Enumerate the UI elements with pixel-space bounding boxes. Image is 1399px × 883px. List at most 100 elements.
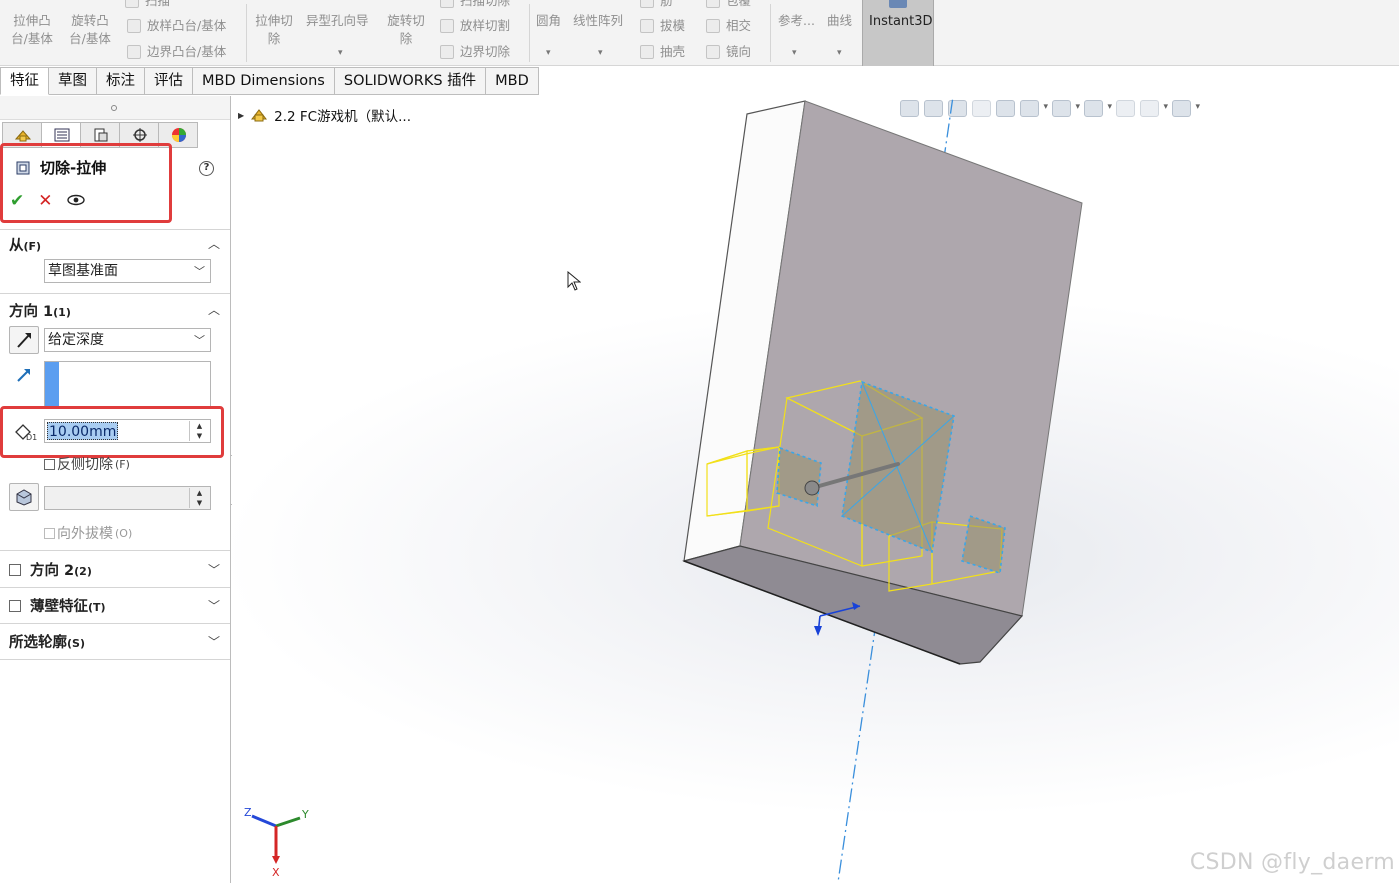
help-button[interactable]: ? — [199, 161, 214, 176]
boundary-boss-label: 边界凸台/基体 — [147, 44, 227, 59]
mirror-button[interactable]: 镜向 — [706, 43, 751, 61]
shell-label: 抽壳 — [660, 44, 686, 59]
tab-mbd-dimensions[interactable]: MBD Dimensions — [193, 67, 335, 95]
revolve-boss-button[interactable]: 旋转凸台/基体 — [66, 12, 118, 48]
sweep-icon — [125, 0, 139, 8]
direction2-section-header[interactable]: 方向 2(2) — [9, 559, 92, 580]
tab-evaluate[interactable]: 评估 — [145, 67, 193, 95]
selected-contours-section-header[interactable]: 所选轮廓(S) — [9, 631, 85, 652]
revolve-cut-button[interactable]: 旋转切除 — [382, 12, 434, 48]
tab-sketch[interactable]: 草图 — [49, 67, 97, 95]
fillet-dropdown[interactable]: ▾ — [546, 48, 551, 58]
hole-wizard-dropdown[interactable]: ▾ — [338, 48, 343, 58]
linear-pattern-button[interactable]: 线性阵列 — [573, 12, 623, 30]
triad-y-label: Y — [301, 808, 309, 821]
ribbon-separator — [529, 4, 530, 62]
curves-label: 曲线 — [827, 13, 853, 28]
end-condition-select[interactable]: 给定深度 ﹀ — [44, 328, 211, 352]
spin-up-icon[interactable]: ▲ — [190, 421, 209, 431]
cancel-x-icon[interactable]: ✕ — [38, 192, 52, 210]
direction2-checkbox[interactable] — [9, 563, 21, 576]
tab-solidworks-addins[interactable]: SOLIDWORKS 插件 — [334, 67, 487, 95]
thin-feature-section-header[interactable]: 薄壁特征(T) — [9, 595, 106, 616]
tab-features[interactable]: 特征 — [0, 67, 49, 95]
fillet-button[interactable]: 圆角 — [536, 12, 561, 30]
section-divider — [0, 587, 230, 588]
panel-collapse-bar[interactable] — [0, 96, 230, 120]
fillet-label: 圆角 — [536, 13, 562, 28]
chevron-up-icon[interactable]: ︿ — [208, 301, 220, 318]
flip-side-to-cut-checkbox[interactable]: 反侧切除 (F) — [44, 454, 130, 474]
draft-outward-shortcut: (O) — [115, 526, 133, 540]
extrude-cut-button[interactable]: 拉伸切除 — [250, 12, 302, 48]
loft-cut-button[interactable]: 放样切割 — [440, 17, 510, 35]
reference-geometry-button[interactable]: 参考... — [778, 12, 815, 30]
revolve-cut-label: 旋转切除 — [387, 13, 425, 46]
chevron-down-icon[interactable]: ﹀ — [208, 597, 220, 614]
sweep-cut-label: 扫描切除 — [460, 0, 511, 8]
reference-label: 参考... — [778, 13, 815, 28]
action-bar: ✔ ✕ — [10, 192, 85, 210]
feature-title: 切除-拉伸 — [40, 159, 107, 177]
model-render — [682, 96, 1083, 883]
preview-eye-icon[interactable] — [66, 192, 85, 210]
draft-button[interactable]: 拔模 — [640, 17, 685, 35]
thin-feature-checkbox[interactable] — [9, 599, 21, 612]
sweep-button[interactable]: 扫描 — [125, 0, 170, 10]
selected-contours-shortcut: (S) — [67, 637, 85, 650]
intersect-label: 相交 — [726, 18, 752, 33]
depth-value: 10.00mm — [47, 422, 119, 440]
from-section-header[interactable]: 从(F) — [9, 234, 41, 255]
depth-input[interactable]: 10.00mm ▲ ▼ — [44, 419, 211, 443]
tab-mbd[interactable]: MBD — [486, 67, 539, 95]
linear-pattern-dropdown[interactable]: ▾ — [598, 48, 603, 58]
spin-down-icon[interactable]: ▼ — [190, 431, 209, 441]
loft-boss-button[interactable]: 放样凸台/基体 — [127, 17, 226, 35]
chevron-down-icon[interactable]: ﹀ — [208, 561, 220, 578]
chevron-up-icon[interactable]: ︿ — [208, 235, 220, 252]
boundary-boss-button[interactable]: 边界凸台/基体 — [127, 43, 226, 61]
appearance-sphere-icon — [172, 128, 186, 142]
ok-check-icon[interactable]: ✔ — [10, 192, 24, 210]
checkbox-box — [44, 527, 55, 539]
graphics-area[interactable]: ▶ 2.2 FC游戏机（默认... ▾ ▾ ▾ ▾ ▾ Z Y X CSDN @… — [232, 96, 1399, 883]
reverse-direction-button[interactable] — [9, 326, 39, 354]
depth-spinner[interactable]: ▲ ▼ — [189, 421, 209, 441]
extrude-cut-label: 拉伸切除 — [255, 13, 293, 46]
tab-markup[interactable]: 标注 — [97, 67, 145, 95]
shell-icon — [640, 45, 654, 59]
draft-toggle-button[interactable] — [9, 483, 39, 511]
crosshair-icon — [133, 128, 147, 142]
feature-tree-icon — [14, 130, 32, 142]
draft-angle-spinner: ▲ ▼ — [189, 488, 209, 508]
spin-down-icon: ▼ — [196, 499, 203, 507]
curves-dropdown[interactable]: ▾ — [837, 48, 842, 58]
draft-label: 拔模 — [660, 18, 686, 33]
feature-header: 切除-拉伸 — [14, 157, 106, 178]
direction-reference-listbox[interactable] — [44, 361, 211, 409]
direction1-section-header[interactable]: 方向 1(1) — [9, 300, 71, 321]
extrude-boss-button[interactable]: 拉伸凸台/基体 — [8, 12, 60, 48]
draft-icon — [16, 489, 32, 506]
flip-side-shortcut: (F) — [115, 457, 130, 471]
instant3d-button[interactable]: Instant3D — [862, 0, 934, 66]
boundary-cut-button[interactable]: 边界切除 — [440, 43, 510, 61]
shell-button[interactable]: 抽壳 — [640, 43, 685, 61]
checkbox-box — [44, 458, 55, 470]
wrap-button[interactable]: 包覆 — [706, 0, 751, 10]
linear-pattern-label: 线性阵列 — [573, 13, 624, 28]
direction2-label: 方向 2 — [30, 563, 75, 579]
from-start-condition-select[interactable]: 草图基准面 ﹀ — [44, 259, 211, 283]
hole-wizard-button[interactable]: 异型孔向导 — [306, 12, 369, 30]
sweep-cut-button[interactable]: 扫描切除 — [440, 0, 510, 10]
intersect-button[interactable]: 相交 — [706, 17, 751, 35]
wrap-icon — [706, 0, 720, 8]
reference-dropdown[interactable]: ▾ — [792, 48, 797, 58]
ribbon-separator — [770, 4, 771, 62]
selection-focus-bar — [45, 362, 59, 408]
curves-button[interactable]: 曲线 — [827, 12, 852, 30]
chevron-down-icon: ﹀ — [194, 334, 205, 347]
rib-button[interactable]: 筋 — [640, 0, 673, 10]
wrap-label: 包覆 — [726, 0, 752, 8]
chevron-down-icon[interactable]: ﹀ — [208, 633, 220, 650]
